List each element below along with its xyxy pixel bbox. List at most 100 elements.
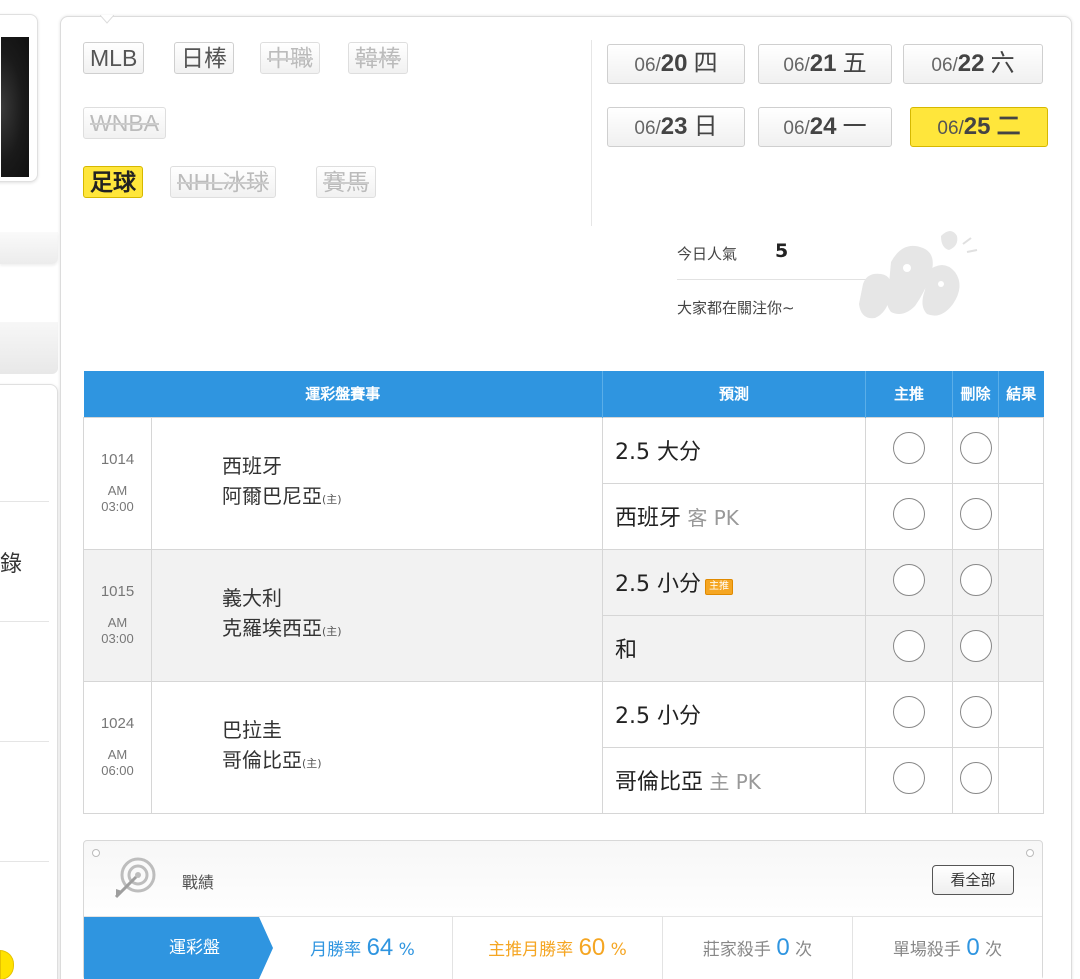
away-team: 巴拉圭 [222,718,282,742]
result-cell [998,680,1045,748]
league-tag-wnba: WNBA [83,107,166,139]
date-button-0624[interactable]: 06/24 一 [758,107,892,147]
date-weekday: 日 [693,113,718,140]
main-pick-radio[interactable] [893,696,926,728]
divider [591,40,592,226]
prediction-cell[interactable]: 2.5 小分 [602,680,867,748]
match-time: 03:00 [101,499,134,514]
banker-killer-value: 0 [776,934,790,961]
single-game-killer-label: 單場殺手 [892,940,961,960]
match-number-cell: 1015 AM 03:00 [83,548,152,682]
date-weekday: 一 [842,113,867,140]
prediction-cell[interactable]: 和 [602,614,867,682]
percent-sign: % [610,940,627,960]
avatar[interactable] [1,37,29,177]
header-prediction: 預測 [602,371,867,417]
match-number: 1024 [100,715,135,732]
date-button-0623[interactable]: 06/23 日 [607,107,745,147]
record-panel: 戰績 看全部 運彩盤 月勝率 64 % 主推月勝率 60 % 莊家殺手 0 次 … [83,840,1043,979]
popularity-value: 5 [775,240,789,262]
date-prefix: 06/ [634,55,661,76]
delete-radio[interactable] [959,498,992,530]
date-prefix: 06/ [937,118,964,139]
profile-card [0,14,38,182]
main-pick-badge: 主推 [705,579,733,595]
monthly-win-rate: 月勝率 64 % [273,917,453,979]
league-tag-mlb[interactable]: MLB [83,42,145,74]
match-number: 1015 [100,583,135,600]
left-sidebar: 錄 [0,0,60,979]
league-tag-npb[interactable]: 日棒 [174,42,234,74]
date-day: 20 [660,50,688,77]
date-weekday: 二 [996,113,1021,140]
prediction-detail: 客 PK [681,506,739,530]
home-mark: (主) [322,493,342,506]
popularity-subtitle: 大家都在關注你∼ [677,299,795,317]
prediction-cell[interactable]: 2.5 小分 主推 [602,548,867,616]
delete-radio[interactable] [959,762,992,794]
odds-table: 運彩盤賽事 預測 主推 刪除 結果 1014 AM 03:00 西班牙 阿爾巴尼… [83,371,1045,814]
date-day: 22 [957,50,985,77]
times-unit: 次 [985,940,1003,960]
result-cell [998,746,1045,814]
corner-dot [1026,849,1034,857]
main-pick-radio[interactable] [893,762,926,794]
monthly-win-rate-label: 月勝率 [310,940,362,960]
delete-radio[interactable] [959,696,992,728]
match-teams: 西班牙 阿爾巴尼亞(主) [150,416,604,550]
home-team: 哥倫比亞 [222,748,302,772]
table-row: 1014 AM 03:00 西班牙 阿爾巴尼亞(主) 2.5 大分 [83,416,1045,550]
sidebar-menu [0,384,58,979]
league-tag-soccer[interactable]: 足球 [83,166,143,198]
notch-decoration [100,15,114,24]
date-day: 21 [809,50,837,77]
date-button-0620[interactable]: 06/20 四 [607,44,745,84]
match-number-cell: 1014 AM 03:00 [83,416,152,550]
prediction-cell[interactable]: 2.5 大分 [602,416,867,484]
table-row: 1015 AM 03:00 義大利 克羅埃西亞(主) 2.5 小分 主推 [83,548,1045,682]
home-mark: (主) [322,625,342,638]
sidebar-menu-item[interactable] [0,232,58,264]
divider [0,861,49,862]
corner-dot [92,849,100,857]
result-cell [998,614,1045,682]
record-stats-row: 運彩盤 月勝率 64 % 主推月勝率 60 % 莊家殺手 0 次 單場殺手 0 … [84,916,1042,979]
target-icon [114,857,156,899]
match-teams: 義大利 克羅埃西亞(主) [150,548,604,682]
main-monthly-win-rate-label: 主推月勝率 [488,940,574,960]
date-button-0621[interactable]: 06/21 五 [758,44,892,84]
divider [0,741,49,742]
view-all-button[interactable]: 看全部 [932,865,1014,895]
league-tag-nhl: NHL冰球 [170,166,277,198]
delete-radio[interactable] [959,630,992,662]
prediction-cell[interactable]: 西班牙 客 PK [602,482,867,550]
date-button-0622[interactable]: 06/22 六 [903,44,1043,84]
league-tag-kbo: 韓棒 [348,42,408,74]
sidebar-item-label[interactable]: 錄 [0,546,22,578]
main-pick-radio[interactable] [893,432,926,464]
single-game-killer: 單場殺手 0 次 [853,917,1042,979]
main-monthly-win-rate-value: 60 [578,934,606,961]
main-pick-radio[interactable] [893,630,926,662]
record-tab-sports-lottery[interactable]: 運彩盤 [84,917,259,979]
date-day: 24 [809,113,837,140]
date-button-0625[interactable]: 06/25 二 [910,107,1048,147]
main-pick-radio[interactable] [893,564,926,596]
result-cell [998,548,1045,616]
prediction-text: 西班牙 [615,506,682,531]
mascot-watermark-icon [859,231,978,319]
prediction-cell[interactable]: 哥倫比亞 主 PK [602,746,867,814]
divider [677,279,867,280]
monthly-win-rate-value: 64 [366,934,394,961]
single-game-killer-value: 0 [966,934,980,961]
delete-radio[interactable] [959,564,992,596]
main-pick-radio[interactable] [893,498,926,530]
main-monthly-win-rate: 主推月勝率 60 % [453,917,663,979]
record-title: 戰績 [182,873,215,892]
delete-radio[interactable] [959,432,992,464]
percent-sign: % [398,940,415,960]
date-prefix: 06/ [783,118,810,139]
prediction-text: 2.5 小分 [615,704,701,729]
sidebar-menu-item[interactable] [0,322,58,374]
popularity-label: 今日人氣 [677,245,738,263]
